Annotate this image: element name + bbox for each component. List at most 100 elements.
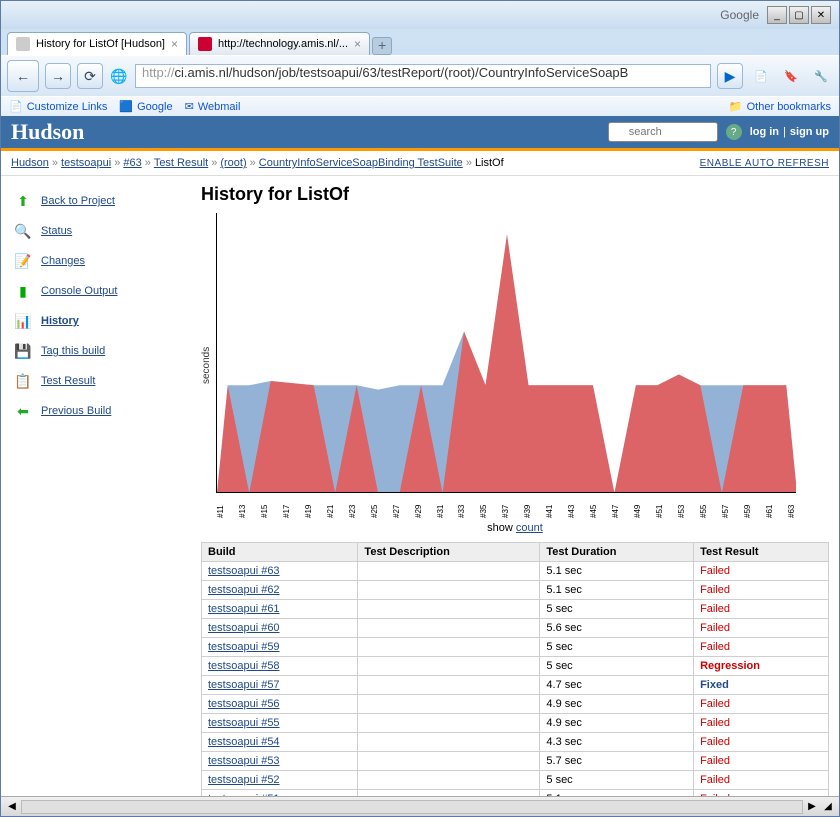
build-link[interactable]: testsoapui #56 xyxy=(208,698,280,710)
x-tick: #41 xyxy=(545,496,554,518)
column-header[interactable]: Test Duration xyxy=(540,543,694,562)
x-tick: #49 xyxy=(633,496,642,518)
scroll-track[interactable] xyxy=(21,800,803,814)
test-duration: 4.9 sec xyxy=(540,714,694,733)
build-link[interactable]: testsoapui #59 xyxy=(208,641,280,653)
tab-close-icon[interactable]: × xyxy=(171,37,178,51)
address-bar[interactable]: http://ci.amis.nl/hudson/job/testsoapui/… xyxy=(135,64,711,88)
column-header[interactable]: Test Description xyxy=(358,543,540,562)
back-button[interactable]: ← xyxy=(7,60,39,92)
status-icon: 🔍 xyxy=(13,221,33,241)
build-link[interactable]: testsoapui #63 xyxy=(208,565,280,577)
breadcrumb-item[interactable]: Hudson xyxy=(11,157,49,169)
build-link[interactable]: testsoapui #60 xyxy=(208,622,280,634)
help-icon[interactable]: ? xyxy=(726,124,742,140)
google-label: Google xyxy=(720,8,759,22)
login-link[interactable]: log in xyxy=(750,126,779,138)
other-bookmarks[interactable]: 📁Other bookmarks xyxy=(729,100,831,113)
table-row: testsoapui #625.1 secFailed xyxy=(202,581,829,600)
maximize-button[interactable]: ▢ xyxy=(789,6,809,24)
test-duration: 4.3 sec xyxy=(540,733,694,752)
breadcrumb-item[interactable]: CountryInfoServiceSoapBinding TestSuite xyxy=(259,157,463,169)
x-tick: #51 xyxy=(655,496,664,518)
sidebar-item-label: Previous Build xyxy=(41,405,111,417)
breadcrumb-item[interactable]: Test Result xyxy=(154,157,208,169)
build-link[interactable]: testsoapui #55 xyxy=(208,717,280,729)
x-tick: #39 xyxy=(523,496,532,518)
reload-button[interactable]: ⟳ xyxy=(77,63,103,89)
new-tab-button[interactable]: + xyxy=(372,37,392,55)
bookmark-google[interactable]: 🟦Google xyxy=(119,100,172,113)
page-icon[interactable]: 📄 xyxy=(749,65,773,87)
sidebar-item-history[interactable]: 📊History xyxy=(9,306,183,336)
table-row: testsoapui #585 secRegression xyxy=(202,657,829,676)
tab-title: http://technology.amis.nl/... xyxy=(218,38,348,50)
changes-icon: 📝 xyxy=(13,251,33,271)
bookmark-customize[interactable]: 📄Customize Links xyxy=(9,100,107,113)
x-tick: #29 xyxy=(414,496,423,518)
breadcrumb-item[interactable]: #63 xyxy=(123,157,141,169)
sidebar-item-test-result[interactable]: 📋Test Result xyxy=(9,366,183,396)
sidebar-item-back-to-project[interactable]: ⬆Back to Project xyxy=(9,186,183,216)
test-result: Fixed xyxy=(694,676,829,695)
build-link[interactable]: testsoapui #62 xyxy=(208,584,280,596)
resize-grip-icon[interactable]: ◢ xyxy=(821,800,835,814)
sidebar-item-console-output[interactable]: ▮Console Output xyxy=(9,276,183,306)
auto-refresh-link[interactable]: ENABLE AUTO REFRESH xyxy=(700,158,829,169)
mail-icon: ✉ xyxy=(185,100,194,113)
browser-tab-0[interactable]: History for ListOf [Hudson] × xyxy=(7,32,187,55)
scroll-right-icon[interactable]: ▶ xyxy=(805,800,819,814)
test-description xyxy=(358,619,540,638)
hudson-logo[interactable]: Hudson xyxy=(11,119,84,145)
back-to-project-icon: ⬆ xyxy=(13,191,33,211)
sidebar-item-tag-this-build[interactable]: 💾Tag this build xyxy=(9,336,183,366)
forward-button[interactable]: → xyxy=(45,63,71,89)
test-description xyxy=(358,600,540,619)
column-header[interactable]: Build xyxy=(202,543,358,562)
sidebar-item-status[interactable]: 🔍Status xyxy=(9,216,183,246)
build-link[interactable]: testsoapui #57 xyxy=(208,679,280,691)
bookmark-icon[interactable]: 🔖 xyxy=(779,65,803,87)
breadcrumb: Hudson»testsoapui»#63»Test Result»(root)… xyxy=(1,151,839,176)
search-input[interactable] xyxy=(608,122,718,142)
test-duration: 5 sec xyxy=(540,600,694,619)
x-tick: #47 xyxy=(611,496,620,518)
sidebar-item-changes[interactable]: 📝Changes xyxy=(9,246,183,276)
document-icon: 📄 xyxy=(9,100,23,113)
test-description xyxy=(358,695,540,714)
breadcrumb-item[interactable]: testsoapui xyxy=(61,157,111,169)
count-link[interactable]: count xyxy=(516,522,543,534)
column-header[interactable]: Test Result xyxy=(694,543,829,562)
table-row: testsoapui #615 secFailed xyxy=(202,600,829,619)
build-link[interactable]: testsoapui #54 xyxy=(208,736,280,748)
x-tick: #19 xyxy=(304,496,313,518)
signup-link[interactable]: sign up xyxy=(790,126,829,138)
x-tick: #33 xyxy=(457,496,466,518)
build-link[interactable]: testsoapui #58 xyxy=(208,660,280,672)
sidebar-item-previous-build[interactable]: ⬅ Previous Build xyxy=(9,396,183,426)
go-button[interactable]: ▶ xyxy=(717,63,743,89)
x-tick: #57 xyxy=(721,496,730,518)
favicon-icon xyxy=(198,37,212,51)
x-tick: #55 xyxy=(699,496,708,518)
x-tick: #15 xyxy=(260,496,269,518)
scroll-left-icon[interactable]: ◀ xyxy=(5,800,19,814)
test-result: Failed xyxy=(694,581,829,600)
wrench-icon[interactable]: 🔧 xyxy=(809,65,833,87)
minimize-button[interactable]: _ xyxy=(767,6,787,24)
close-button[interactable]: ✕ xyxy=(811,6,831,24)
build-link[interactable]: testsoapui #53 xyxy=(208,755,280,767)
test-description xyxy=(358,752,540,771)
x-tick: #43 xyxy=(567,496,576,518)
build-link[interactable]: testsoapui #52 xyxy=(208,774,280,786)
browser-tab-1[interactable]: http://technology.amis.nl/... × xyxy=(189,32,370,55)
previous-build-icon: ⬅ xyxy=(13,401,33,421)
breadcrumb-item[interactable]: (root) xyxy=(220,157,246,169)
history-icon: 📊 xyxy=(13,311,33,331)
tab-close-icon[interactable]: × xyxy=(354,37,361,51)
table-row: testsoapui #574.7 secFixed xyxy=(202,676,829,695)
build-link[interactable]: testsoapui #61 xyxy=(208,603,280,615)
bookmark-webmail[interactable]: ✉Webmail xyxy=(185,100,241,113)
test-duration: 5.7 sec xyxy=(540,752,694,771)
test-description xyxy=(358,733,540,752)
